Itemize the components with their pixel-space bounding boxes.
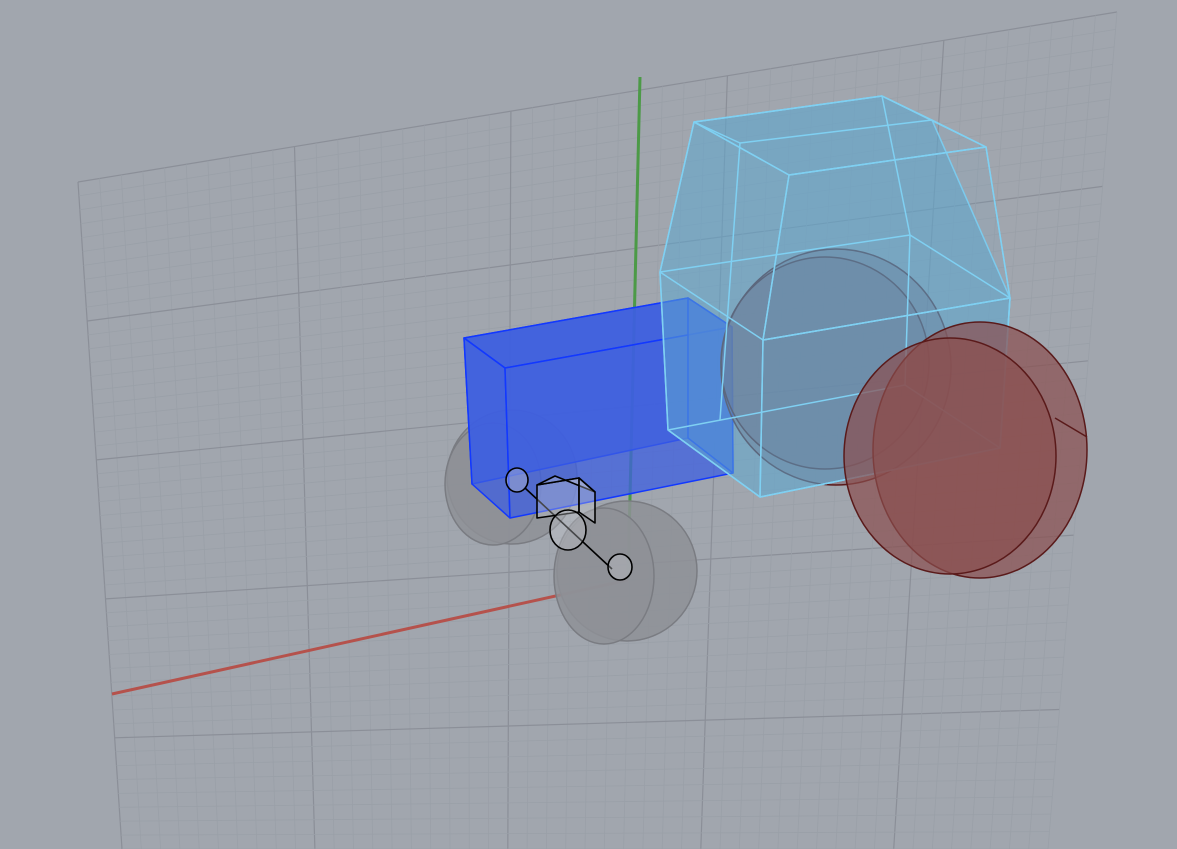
- steering-joint: [549, 509, 587, 551]
- viewport-canvas[interactable]: [0, 0, 1177, 849]
- rear-wheel-right-front-face: [843, 337, 1057, 575]
- axle-hub-right: [607, 553, 633, 581]
- perspective-viewport[interactable]: [0, 0, 1177, 849]
